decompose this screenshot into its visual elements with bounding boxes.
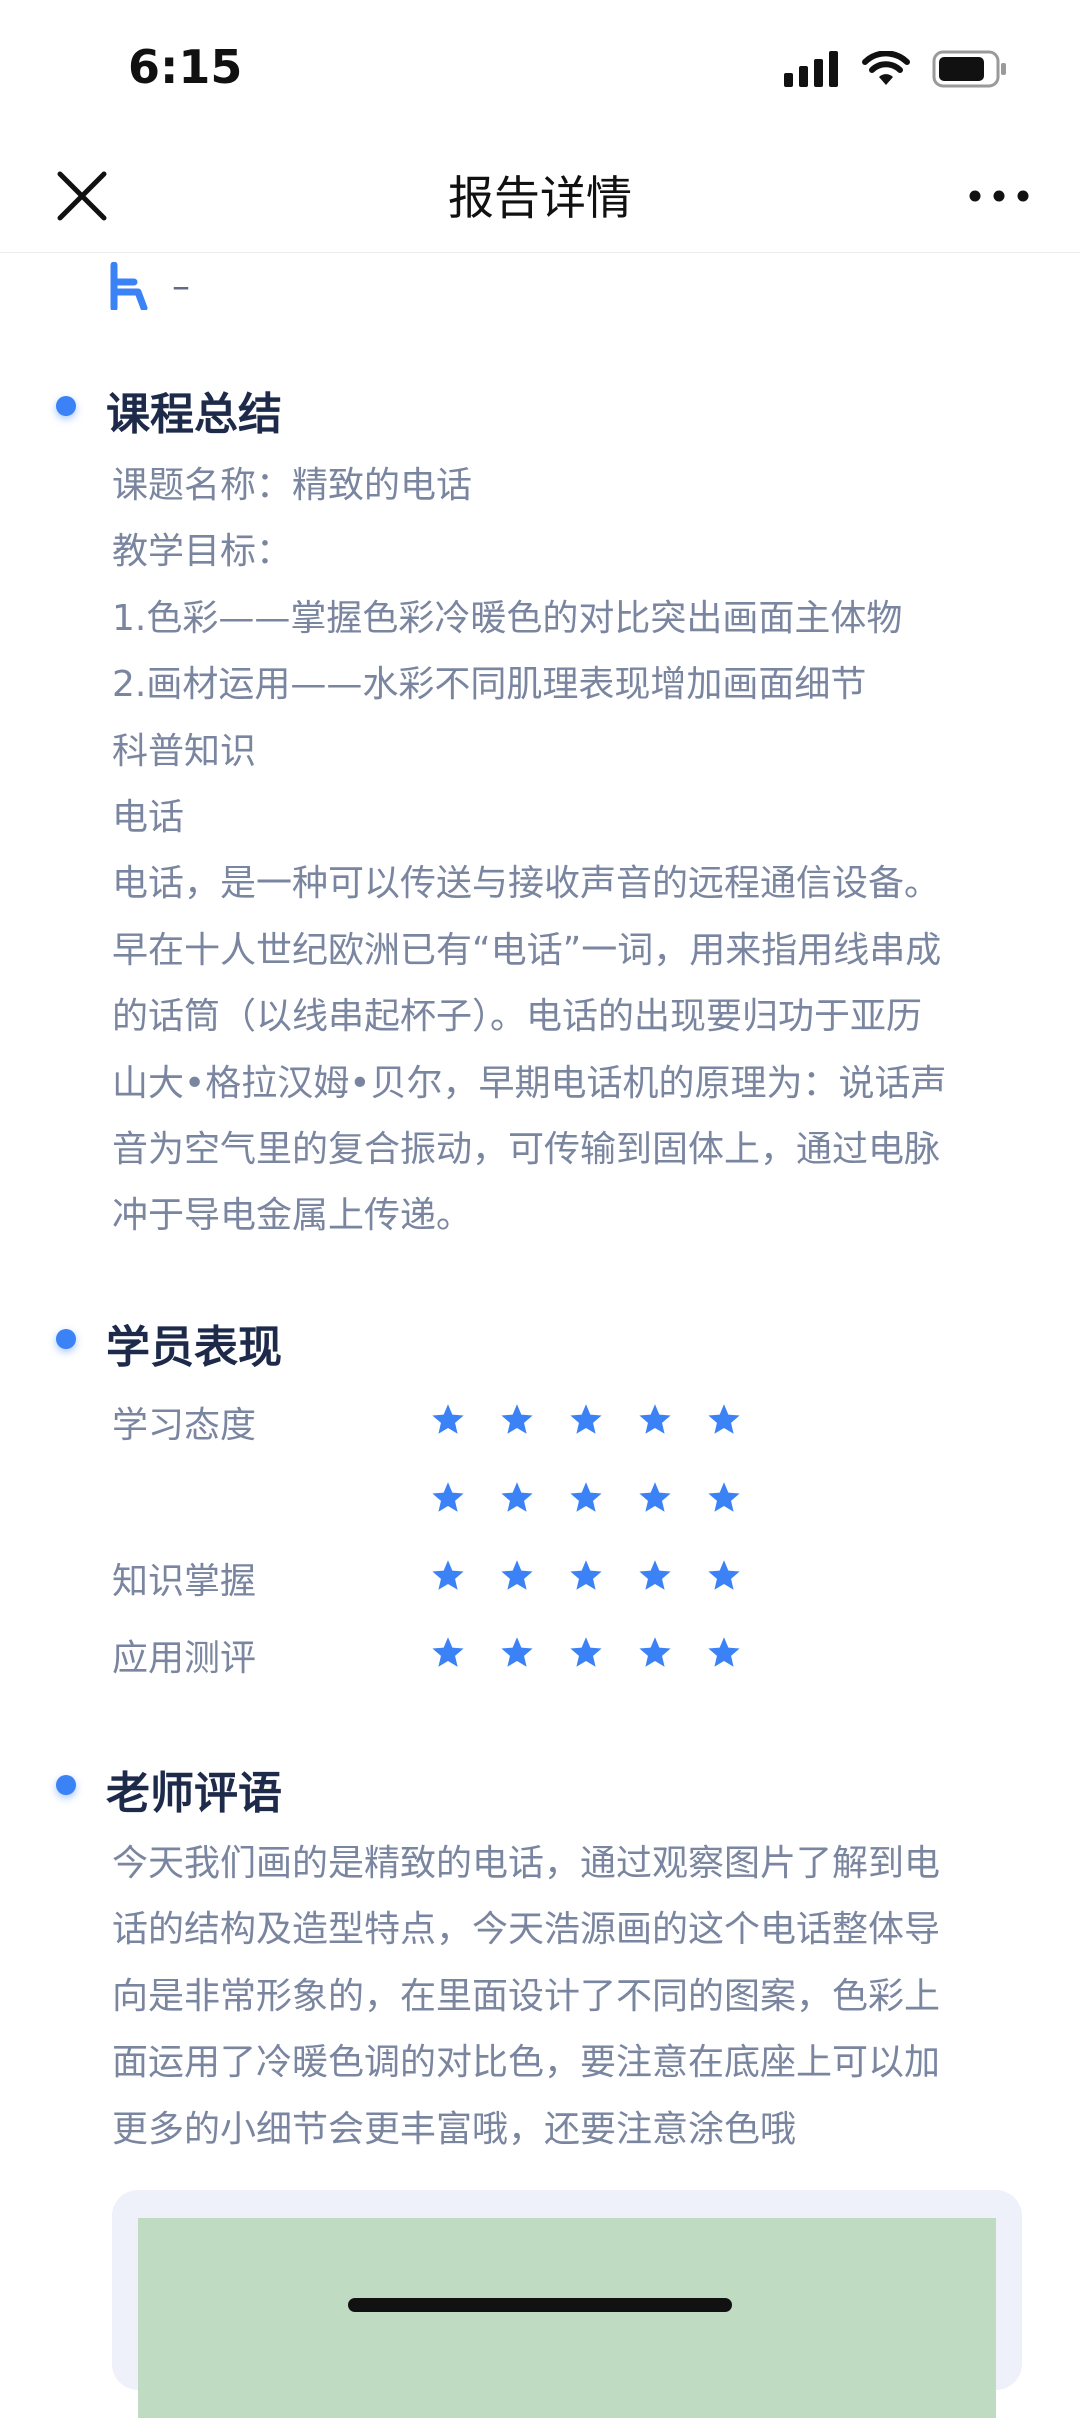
star-icon [708,1560,740,1590]
summary-line: 教学目标： [112,531,293,573]
section-bullet [56,1329,76,1349]
star-icon [501,1560,533,1590]
comment-line: 面运用了冷暖色调的对比色，要注意在底座上可以加 [112,2042,941,2084]
comment-line: 向是非常形象的，在里面设计了不同的图案，色彩上 [112,1975,941,2017]
section-bullet [56,396,76,416]
student-performance-title: 学员表现 [106,1322,282,1373]
nav-bar: 报告详情 [0,140,1080,253]
page-title: 报告详情 [448,171,632,225]
more-icon[interactable] [966,166,1032,226]
chair-icon [110,262,148,310]
comment-line: 今天我们画的是精致的电话，通过观察图片了解到电 [112,1843,941,1884]
rating-stars [430,1558,742,1594]
comment-line: 话的结构及造型特点，今天浩源画的这个电话整体导 [112,1909,941,1951]
star-icon [570,1560,602,1590]
course-summary-title: 课程总结 [106,389,282,440]
star-icon [570,1482,602,1512]
summary-line: 早在十人世纪欧洲已有“电话”一词，用来指用线串成 [112,929,942,971]
star-icon [432,1560,464,1590]
section-bullet [56,1775,76,1795]
summary-line: 电话 [112,797,185,839]
star-icon [570,1404,602,1434]
star-icon [639,1404,671,1434]
star-icon [432,1482,464,1512]
rating-label: 学习态度 [112,1405,257,1446]
summary-line: 电话，是一种可以传送与接收声音的远程通信设备。 [112,863,941,905]
artwork-photo[interactable] [138,2218,996,2418]
star-icon [639,1560,671,1590]
status-bar: 6:15 [0,0,1080,140]
star-icon [708,1404,740,1434]
star-icon [501,1404,533,1434]
star-icon [501,1637,533,1667]
summary-line: 课题名称：精致的电话 [112,465,473,506]
rating-stars [430,1480,742,1516]
rating-stars [430,1402,742,1438]
summary-line: 1.色彩——掌握色彩冷暖色的对比突出画面主体物 [112,597,903,639]
attendance-row: – [108,262,190,310]
star-icon [708,1637,740,1667]
signal-icon [784,51,838,87]
status-time: 6:15 [128,40,243,94]
star-icon [570,1637,602,1667]
star-icon [639,1637,671,1667]
summary-line: 2.画材运用——水彩不同肌理表现增加画面细节 [112,664,867,706]
star-icon [432,1404,464,1434]
attendance-value: – [172,265,190,307]
summary-line: 的话筒（以线串起杯子）。电话的出现要归功于亚历 [112,996,923,1038]
star-icon [432,1637,464,1667]
summary-line: 山大•格拉汉姆•贝尔，早期电话机的原理为：说话声 [112,1062,947,1104]
summary-line: 科普知识 [112,730,257,772]
comment-line: 更多的小细节会更丰富哦，还要注意涂色哦 [112,2108,797,2150]
rating-label: 应用测评 [112,1638,257,1679]
status-icons [784,50,1008,88]
wifi-icon [862,51,910,85]
star-icon [639,1482,671,1512]
star-icon [501,1482,533,1512]
teacher-comment-title: 老师评语 [106,1768,282,1819]
summary-line: 音为空气里的复合振动，可传输到固体上，通过电脉 [112,1129,941,1171]
artwork-card [112,2190,1022,2418]
summary-line: 冲于导电金属上传递。 [112,1195,473,1237]
home-indicator[interactable] [348,2298,732,2312]
rating-stars [430,1635,742,1671]
teacher-comment-body: 今天我们画的是精致的电话，通过观察图片了解到电 话的结构及造型特点，今天浩源画的… [112,1831,1012,2163]
course-summary-body: 课题名称：精致的电话 教学目标： 1.色彩——掌握色彩冷暖色的对比突出画面主体物… [112,453,1012,1250]
star-icon [708,1482,740,1512]
battery-icon [932,50,1006,88]
rating-label: 知识掌握 [112,1561,257,1602]
